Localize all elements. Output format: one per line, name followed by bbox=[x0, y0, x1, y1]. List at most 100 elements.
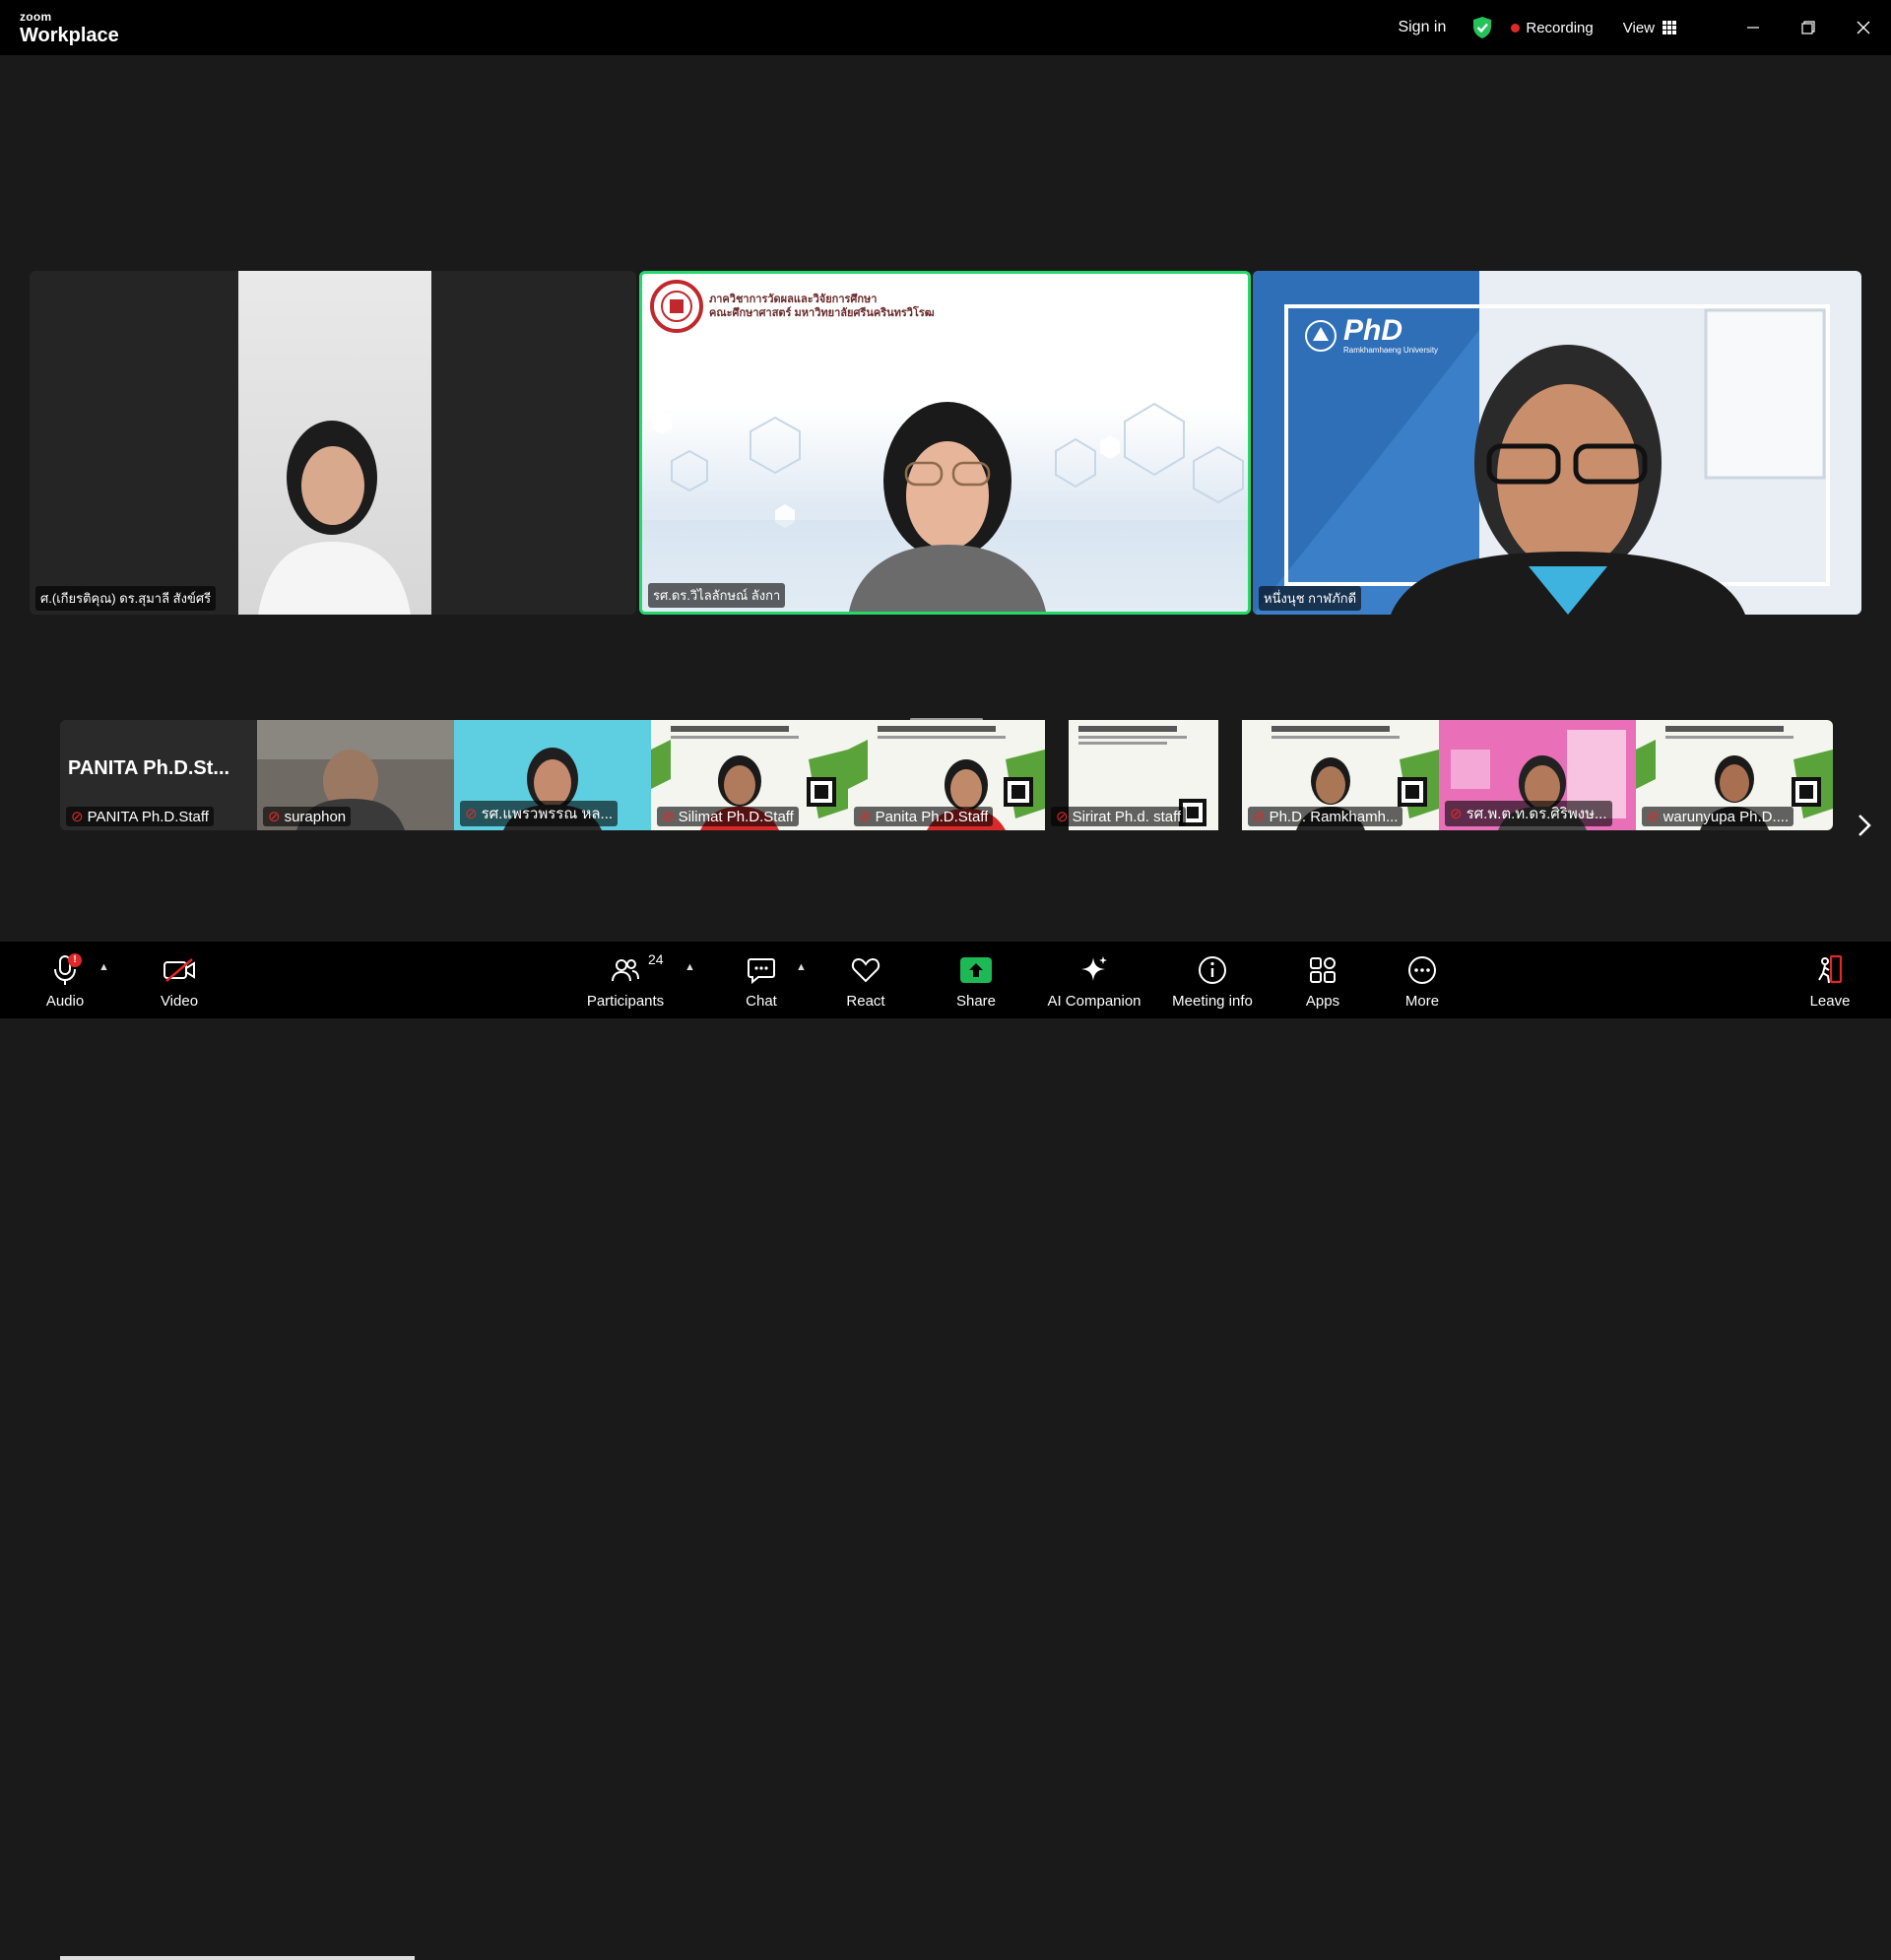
thumbnail-tile[interactable]: ⊘ รศ.พ.ต.ท.ดร.ศิริพงษ... bbox=[1439, 720, 1636, 830]
thumbnail-label: ⊘ รศ.แพรวพรรณ หล... bbox=[460, 801, 619, 826]
sign-in-link[interactable]: Sign in bbox=[1398, 19, 1446, 36]
muted-mic-icon: ⊘ bbox=[662, 809, 675, 825]
thumbnail-name: รศ.แพรวพรรณ หล... bbox=[481, 806, 614, 822]
participant-thumbnail-strip: PANITA Ph.D.St... ⊘ PANITA Ph.D.Staff ⊘ su… bbox=[60, 720, 1833, 830]
thumbnail-tile[interactable]: ⊘ รศ.แพรวพรรณ หล... bbox=[454, 720, 651, 830]
muted-mic-icon: ⊘ bbox=[1253, 809, 1266, 825]
participant-name-tag: รศ.ดร.วิไลลักษณ์ ลังกา bbox=[648, 583, 786, 608]
thumbnail-label: ⊘ Sirirat Ph.d. staff bbox=[1051, 807, 1187, 826]
muted-mic-icon: ⊘ bbox=[1056, 809, 1069, 825]
participants-label: Participants bbox=[586, 993, 665, 1010]
thumbnail-label: ⊘ warunyupa Ph.D.... bbox=[1642, 807, 1794, 826]
thumbnail-tile[interactable]: ⊘ warunyupa Ph.D.... bbox=[1636, 720, 1833, 830]
view-label: View bbox=[1622, 19, 1655, 36]
app-logo: zoom Workplace bbox=[20, 10, 119, 47]
ai-companion-button[interactable]: AI Companion bbox=[1045, 953, 1143, 1010]
minimize-button[interactable] bbox=[1726, 0, 1781, 55]
thumbnail-tile[interactable]: PANITA Ph.D.St... ⊘ PANITA Ph.D.Staff bbox=[60, 720, 257, 830]
participants-button[interactable]: 24 Participants bbox=[576, 951, 675, 1010]
thumbnail-label: ⊘ Silimat Ph.D.Staff bbox=[657, 807, 799, 826]
thumbnail-name: Sirirat Ph.d. staff bbox=[1072, 808, 1182, 825]
thumbnail-name: Ph.D. Ramkhamh... bbox=[1269, 808, 1399, 825]
chat-options-caret-icon[interactable]: ▲ bbox=[796, 961, 807, 973]
muted-mic-icon: ⊘ bbox=[268, 809, 281, 825]
apps-label: Apps bbox=[1305, 993, 1340, 1010]
thumbnail-name: Panita Ph.D.Staff bbox=[875, 808, 989, 825]
close-icon bbox=[1857, 21, 1870, 34]
meeting-info-button[interactable]: Meeting info bbox=[1163, 953, 1262, 1010]
react-button[interactable]: React bbox=[816, 953, 915, 1010]
recording-dot-icon bbox=[1511, 23, 1521, 33]
audio-options-caret-icon[interactable]: ▲ bbox=[98, 961, 109, 973]
phd-logo: PhD Ramkhamhaeng University bbox=[1304, 316, 1438, 355]
video-tile-3[interactable]: PhD Ramkhamhaeng University หนึ่งนุช กาฬ… bbox=[1253, 271, 1861, 615]
leave-icon bbox=[1815, 953, 1845, 987]
leave-label: Leave bbox=[1809, 993, 1851, 1010]
info-icon bbox=[1198, 953, 1227, 987]
next-page-arrow[interactable] bbox=[1858, 814, 1871, 842]
more-icon bbox=[1407, 953, 1437, 987]
leave-button[interactable]: Leave bbox=[1781, 953, 1879, 1010]
participant-display-name: PANITA Ph.D.St... bbox=[68, 757, 230, 779]
video-tile-1[interactable]: ศ.(เกียรติคุณ) ดร.สุมาลี สังข์ศรี bbox=[30, 271, 636, 615]
video-button[interactable]: Video bbox=[130, 953, 228, 1010]
meeting-toolbar: ! Audio ▲ Video 24 Participants ▲ Chat ▲… bbox=[0, 942, 1891, 1960]
title-bar: zoom Workplace Sign in Recording View bbox=[0, 0, 1891, 55]
thumbnail-name: Silimat Ph.D.Staff bbox=[678, 808, 794, 825]
participants-icon: 24 bbox=[611, 951, 664, 987]
thumbnail-tile[interactable]: ⊘ suraphon bbox=[257, 720, 454, 830]
camera-feed bbox=[238, 271, 431, 615]
recording-label: Recording bbox=[1526, 19, 1594, 36]
thumbnail-label: ⊘ รศ.พ.ต.ท.ดร.ศิริพงษ... bbox=[1445, 801, 1612, 826]
participant-silhouette bbox=[258, 421, 411, 615]
participant-name-tag: ศ.(เกียรติคุณ) ดร.สุมาลี สังข์ศรี bbox=[35, 586, 217, 611]
restore-button[interactable] bbox=[1781, 0, 1836, 55]
thumbnail-tile[interactable]: ⊘ Silimat Ph.D.Staff bbox=[651, 720, 848, 830]
close-button[interactable] bbox=[1836, 0, 1891, 55]
grid-icon bbox=[1663, 21, 1676, 34]
apps-icon bbox=[1308, 953, 1337, 987]
thumbnail-label: ⊘ Ph.D. Ramkhamh... bbox=[1248, 807, 1403, 826]
audio-label: Audio bbox=[45, 993, 85, 1010]
phd-logo-text: PhD bbox=[1343, 314, 1402, 347]
ai-companion-label: AI Companion bbox=[1047, 993, 1141, 1010]
thumbnail-label: ⊘ Panita Ph.D.Staff bbox=[854, 807, 994, 826]
thumbnail-tile[interactable]: ⊘ Sirirat Ph.d. staff bbox=[1045, 720, 1242, 830]
share-screen-icon bbox=[960, 953, 992, 987]
thumbnail-label: ⊘ suraphon bbox=[263, 807, 352, 826]
restore-icon bbox=[1801, 21, 1815, 34]
recording-indicator[interactable]: Recording bbox=[1511, 19, 1594, 36]
video-label: Video bbox=[160, 993, 199, 1010]
muted-mic-icon: ⊘ bbox=[1450, 806, 1463, 822]
more-label: More bbox=[1404, 993, 1440, 1010]
thumbnail-name: รศ.พ.ต.ท.ดร.ศิริพงษ... bbox=[1466, 806, 1607, 822]
chat-icon bbox=[747, 953, 776, 987]
thumbnail-tile[interactable]: ⊘ Ph.D. Ramkhamh... bbox=[1242, 720, 1439, 830]
minimize-icon bbox=[1747, 27, 1759, 29]
encryption-shield-icon[interactable] bbox=[1471, 16, 1493, 39]
apps-button[interactable]: Apps bbox=[1273, 953, 1372, 1010]
audio-warning-badge: ! bbox=[68, 953, 82, 967]
hexagon-pattern bbox=[642, 402, 1248, 612]
view-button[interactable]: View bbox=[1623, 20, 1676, 36]
brand-large-text: Workplace bbox=[20, 25, 119, 46]
video-tile-active-speaker[interactable]: ภาควิชาการวัดผลและวิจัยการศึกษา คณะศึกษา… bbox=[639, 271, 1251, 615]
brand-small-text: zoom bbox=[20, 10, 52, 24]
share-label: Share bbox=[955, 993, 997, 1010]
participants-count: 24 bbox=[648, 951, 664, 967]
chat-label: Chat bbox=[746, 993, 777, 1010]
chevron-right-icon bbox=[1858, 815, 1871, 836]
thumbnail-tile[interactable]: ⊘ Panita Ph.D.Staff bbox=[848, 720, 1045, 830]
participant-name-tag: หนึ่งนุช กาฬภักดี bbox=[1259, 586, 1362, 611]
heart-icon bbox=[851, 953, 880, 987]
react-label: React bbox=[846, 993, 885, 1010]
share-button[interactable]: Share bbox=[927, 953, 1025, 1010]
muted-mic-icon: ⊘ bbox=[859, 809, 872, 825]
meeting-info-label: Meeting info bbox=[1172, 993, 1253, 1010]
participants-options-caret-icon[interactable]: ▲ bbox=[685, 961, 695, 973]
taskbar-indicator bbox=[60, 1956, 415, 1960]
muted-mic-icon: ⊘ bbox=[1647, 809, 1660, 825]
more-button[interactable]: More bbox=[1373, 953, 1471, 1010]
ramkhamhaeng-seal-icon bbox=[1305, 319, 1337, 352]
muted-mic-icon: ⊘ bbox=[71, 809, 84, 825]
